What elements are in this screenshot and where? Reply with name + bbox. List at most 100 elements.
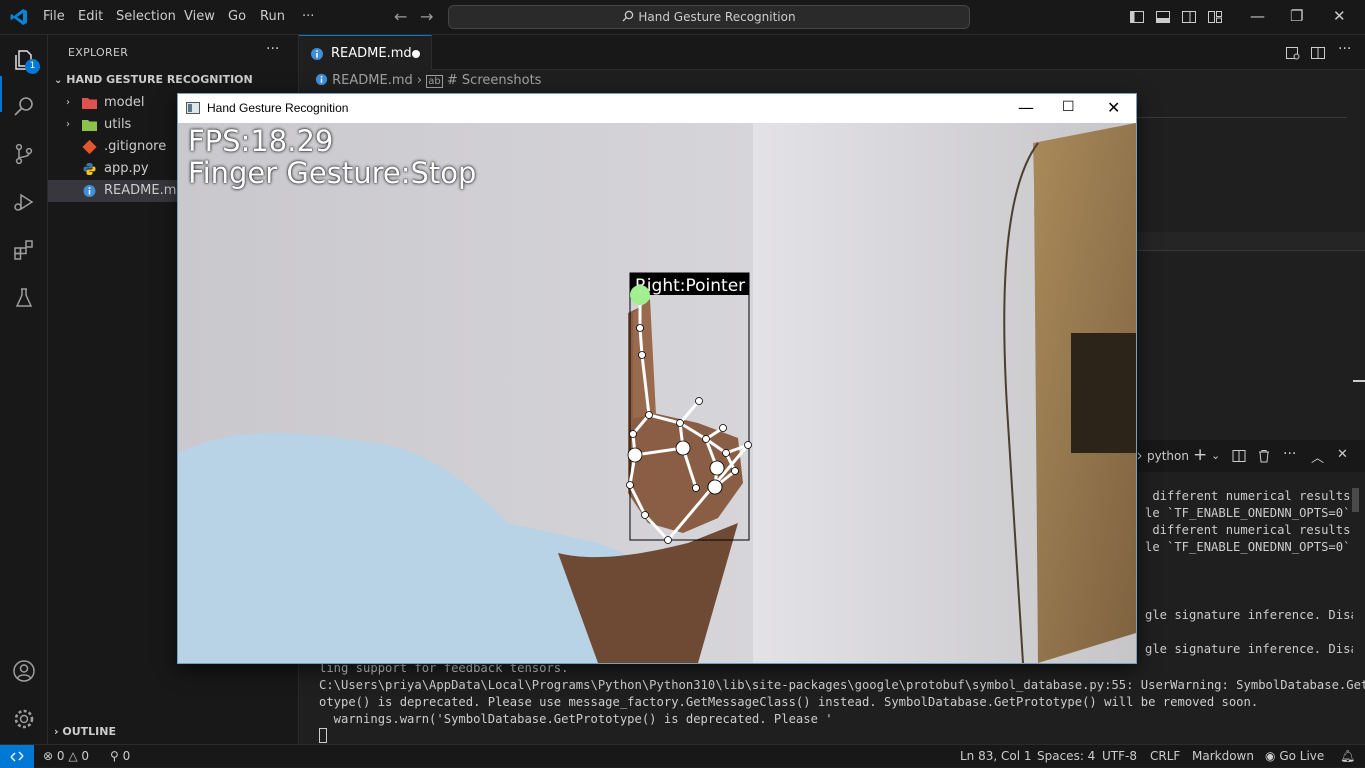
unsaved-dot-icon[interactable] xyxy=(412,50,420,58)
extensions-icon[interactable] xyxy=(12,238,36,262)
skeleton-bone xyxy=(678,400,701,424)
indentation[interactable]: Spaces: 4 xyxy=(1037,749,1095,763)
menu-run[interactable]: Run xyxy=(260,9,285,24)
landmark-point xyxy=(636,324,644,332)
menu-go[interactable]: Go xyxy=(228,9,246,24)
terminal-more-icon[interactable]: ··· xyxy=(1283,446,1296,462)
trash-icon[interactable] xyxy=(1257,449,1271,463)
cv-window-title: Hand Gesture Recognition xyxy=(207,101,349,115)
menu-more[interactable]: ··· xyxy=(302,9,314,24)
settings-gear-icon[interactable] xyxy=(12,707,36,731)
landmark-point xyxy=(627,447,643,463)
split-terminal-icon[interactable] xyxy=(1232,449,1246,463)
terminal-icon xyxy=(1137,452,1142,460)
skeleton-bone xyxy=(638,327,644,356)
remote-indicator[interactable] xyxy=(0,745,34,768)
new-terminal-icon[interactable]: + xyxy=(1193,445,1207,465)
notifications-bell-icon[interactable]: 🔔︎ xyxy=(1340,749,1355,763)
skeleton-bone xyxy=(643,513,670,542)
scrollbar-marker[interactable] xyxy=(1353,380,1365,382)
ports-status[interactable]: ⚲ 0 xyxy=(110,749,130,763)
terminal-toolbar: python + ⌄ ··· ︿ ✕ xyxy=(1137,440,1365,472)
line-ending[interactable]: CRLF xyxy=(1150,749,1180,763)
skeleton-bone xyxy=(679,421,707,441)
activity-bar: 1 xyxy=(0,35,48,744)
menu-selection[interactable]: Selection xyxy=(116,9,176,24)
opencv-window[interactable]: Hand Gesture Recognition — ☐ ✕ Right:Poi… xyxy=(177,93,1137,664)
active-indicator xyxy=(0,76,2,112)
forward-arrow-icon[interactable]: → xyxy=(420,7,433,26)
go-live-button[interactable]: ◉ Go Live xyxy=(1265,749,1324,763)
cv-close-icon[interactable]: ✕ xyxy=(1107,98,1120,117)
back-arrow-icon[interactable]: ← xyxy=(394,7,407,26)
status-bar: ⊗ 0 △ 0 ⚲ 0 Ln 83, Col 1 Spaces: 4 UTF-8… xyxy=(0,744,1365,768)
source-control-icon[interactable] xyxy=(12,142,36,166)
info-icon xyxy=(315,73,328,86)
landmark-point xyxy=(702,435,710,443)
problems-status[interactable]: ⊗ 0 △ 0 xyxy=(43,749,89,763)
menu-file[interactable]: File xyxy=(43,9,65,24)
workspace-name: HAND GESTURE RECOGNITION xyxy=(66,73,253,86)
skeleton-bone xyxy=(628,484,647,516)
breadcrumb-file[interactable]: README.md xyxy=(332,73,413,88)
title-bar: File Edit Selection View Go Run ··· ← → … xyxy=(0,0,1365,35)
warning-icon: △ xyxy=(68,749,78,763)
chevron-down-icon[interactable]: ⌄ xyxy=(1211,449,1220,462)
close-panel-icon[interactable]: ✕ xyxy=(1337,447,1348,462)
customize-layout-icon[interactable] xyxy=(1207,9,1223,25)
tree-item-label: .gitignore xyxy=(104,139,167,154)
git-icon xyxy=(82,140,97,154)
hand-label: Right:Pointer xyxy=(635,276,745,296)
breadcrumb-section[interactable]: # Screenshots xyxy=(447,73,542,88)
menu-view[interactable]: View xyxy=(184,9,215,24)
chevron-right-icon: › xyxy=(66,119,70,130)
fps-readout: FPS:18.29 xyxy=(188,124,334,158)
language-mode[interactable]: Markdown xyxy=(1192,749,1254,763)
search-icon[interactable] xyxy=(12,94,36,118)
tree-item-label: utils xyxy=(104,117,132,132)
workspace-section-header[interactable]: ⌄ HAND GESTURE RECOGNITION xyxy=(54,73,253,86)
landmark-point xyxy=(707,479,723,495)
testing-flask-icon[interactable] xyxy=(12,286,36,310)
command-center-label: Hand Gesture Recognition xyxy=(638,10,796,24)
toggle-secondary-sidebar-icon[interactable] xyxy=(1181,9,1197,25)
go-live-label: Go Live xyxy=(1279,749,1325,763)
outline-section-header[interactable]: › OUTLINE xyxy=(54,725,116,738)
encoding[interactable]: UTF-8 xyxy=(1102,749,1137,763)
menu-edit[interactable]: Edit xyxy=(78,9,103,24)
cv-window-titlebar[interactable]: Hand Gesture Recognition — ☐ ✕ xyxy=(178,94,1136,123)
cv-maximize-icon[interactable]: ☐ xyxy=(1062,99,1075,115)
sidebar-more-actions[interactable]: ··· xyxy=(266,41,279,57)
maximize-panel-icon[interactable]: ︿ xyxy=(1311,447,1324,466)
open-preview-icon[interactable] xyxy=(1285,45,1301,61)
tab-readme[interactable]: README.md xyxy=(299,35,432,70)
toggle-primary-sidebar-icon[interactable] xyxy=(1129,9,1145,25)
run-debug-icon[interactable] xyxy=(12,190,36,214)
tab-label: README.md xyxy=(331,46,412,61)
terminal-shell-label[interactable]: python xyxy=(1147,449,1189,463)
minimize-icon[interactable]: — xyxy=(1250,7,1265,25)
terminal-cursor[interactable] xyxy=(319,728,327,743)
close-icon[interactable]: ✕ xyxy=(1333,7,1346,25)
landmark-point xyxy=(641,511,649,519)
terminal-line: gle signature inference. Disab xyxy=(1145,608,1353,622)
editor-divider xyxy=(1137,250,1365,251)
restore-icon[interactable]: ❐ xyxy=(1290,7,1303,25)
tab-bar: README.md ··· xyxy=(299,35,1365,70)
info-icon xyxy=(311,48,323,60)
hand-skeleton xyxy=(626,285,752,544)
command-center-search[interactable]: Hand Gesture Recognition xyxy=(448,5,970,29)
landmark-point xyxy=(626,481,634,489)
terminal-line: gle signature inference. Disab xyxy=(1145,642,1353,656)
landmark-point xyxy=(695,397,703,405)
account-icon[interactable] xyxy=(12,659,36,683)
editor-more-actions-icon[interactable]: ··· xyxy=(1338,41,1351,57)
tree-item-label: model xyxy=(104,95,145,110)
cursor-position[interactable]: Ln 83, Col 1 xyxy=(960,749,1032,763)
split-editor-icon[interactable] xyxy=(1310,45,1326,61)
toggle-panel-icon[interactable] xyxy=(1155,9,1171,25)
landmark-point xyxy=(638,351,646,359)
explorer-badge: 1 xyxy=(25,59,40,74)
cv-minimize-icon[interactable]: — xyxy=(1018,98,1034,117)
chevron-right-icon: › xyxy=(54,725,59,738)
